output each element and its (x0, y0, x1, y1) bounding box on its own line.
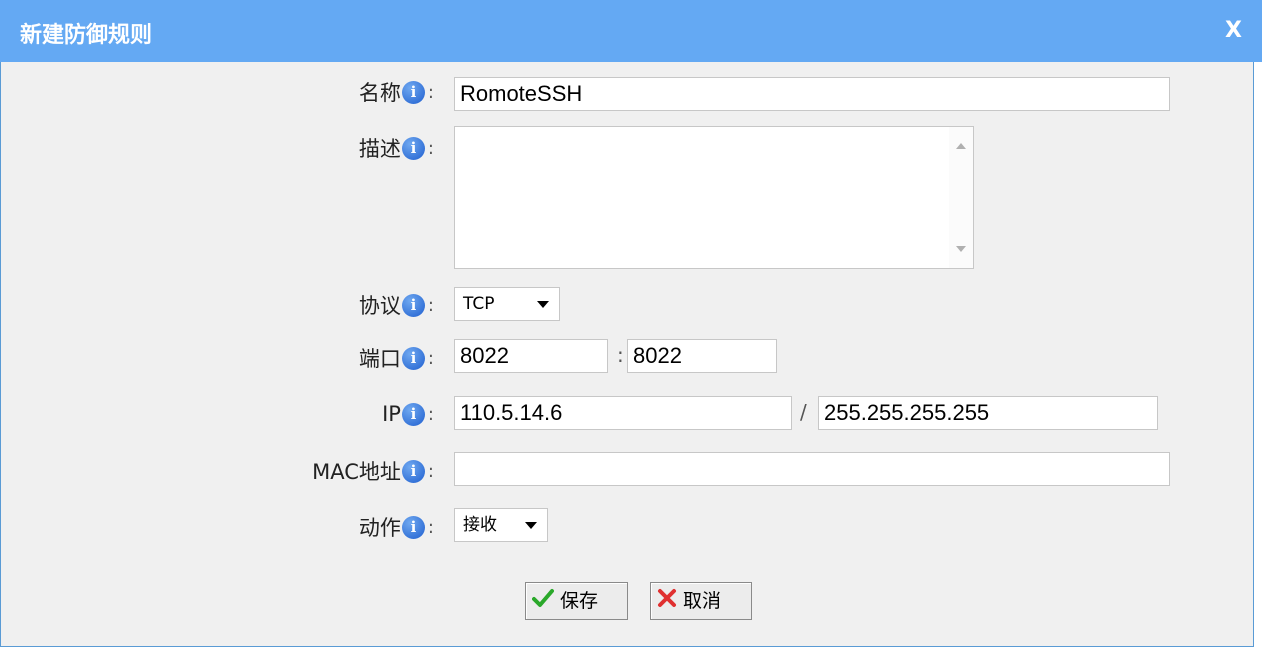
protocol-selected-value: TCP (463, 294, 495, 314)
protocol-select[interactable]: TCP (454, 287, 560, 321)
cancel-button[interactable]: 取消 (650, 582, 752, 620)
info-icon[interactable]: i (401, 402, 425, 426)
action-selected-value: 接收 (463, 515, 497, 535)
mac-label: MAC地址 i: (312, 459, 434, 484)
dialog-title: 新建防御规则 (20, 23, 153, 48)
dialog-edge (1254, 62, 1262, 647)
name-label: 名称 i: (358, 80, 434, 105)
dialog-titlebar: 新建防御规则 X (0, 0, 1262, 62)
name-input[interactable]: RomoteSSH (454, 77, 1170, 111)
close-button[interactable]: X (1225, 18, 1242, 43)
protocol-label: 协议 i: (358, 293, 434, 318)
info-icon[interactable]: i (401, 293, 425, 317)
info-icon[interactable]: i (401, 346, 425, 370)
info-icon[interactable]: i (401, 80, 425, 104)
textarea-scrollbar[interactable] (949, 127, 973, 268)
save-button[interactable]: 保存 (525, 582, 628, 620)
info-icon[interactable]: i (401, 459, 425, 483)
action-label: 动作 i: (358, 515, 434, 540)
chevron-down-icon[interactable] (525, 522, 537, 529)
scroll-up-arrow-icon[interactable] (956, 143, 966, 149)
cancel-button-label: 取消 (683, 590, 722, 612)
port-end-input[interactable]: 8022 (627, 339, 777, 373)
scroll-down-arrow-icon[interactable] (956, 246, 966, 252)
save-button-label: 保存 (560, 590, 599, 612)
port-label: 端口 i: (358, 346, 434, 371)
action-select[interactable]: 接收 (454, 508, 548, 542)
chevron-down-icon[interactable] (537, 301, 549, 308)
port-separator: : (617, 343, 624, 367)
description-textarea[interactable] (454, 126, 974, 269)
ip-label: IP i: (382, 402, 434, 426)
check-icon (532, 584, 554, 620)
x-mark-icon (657, 584, 677, 620)
ip-address-input[interactable]: 110.5.14.6 (454, 396, 792, 430)
mac-address-input[interactable] (454, 452, 1170, 486)
description-label: 描述 i: (358, 136, 434, 161)
ip-separator: / (800, 400, 807, 424)
ip-mask-input[interactable]: 255.255.255.255 (818, 396, 1158, 430)
info-icon[interactable]: i (401, 515, 425, 539)
port-start-input[interactable]: 8022 (454, 339, 608, 373)
info-icon[interactable]: i (401, 136, 425, 160)
